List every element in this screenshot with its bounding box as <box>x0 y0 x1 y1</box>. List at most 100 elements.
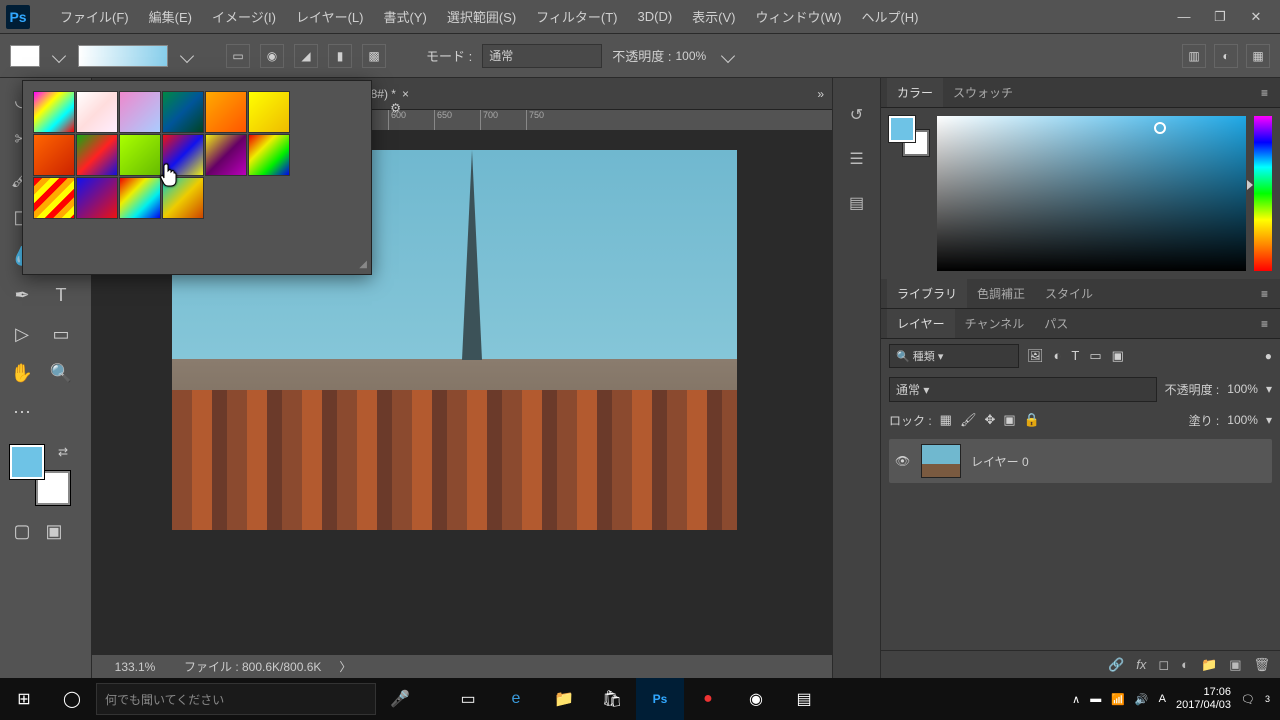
opacity-value[interactable]: 100% <box>675 49 715 63</box>
tab-color[interactable]: カラー <box>887 78 943 107</box>
menu-select[interactable]: 選択範囲(S) <box>437 7 526 26</box>
foreground-color-swatch[interactable] <box>889 116 915 142</box>
properties-panel-icon[interactable]: ☰ <box>844 146 870 172</box>
photoshop-taskbar-icon[interactable]: Ps <box>636 678 684 720</box>
window-minimize-button[interactable]: — <box>1166 3 1202 31</box>
gradient-swatch[interactable] <box>76 134 118 176</box>
dither-option-icon[interactable]: ◐ <box>1214 44 1238 68</box>
tab-adjustments[interactable]: 色調補正 <box>967 279 1035 308</box>
filter-toggle-icon[interactable]: ● <box>1265 349 1272 363</box>
tab-swatches[interactable]: スウォッチ <box>943 78 1023 107</box>
menu-layer[interactable]: レイヤー(L) <box>286 7 374 26</box>
gradient-swatch[interactable] <box>33 91 75 133</box>
layer-item[interactable]: 👁 レイヤー 0 <box>889 439 1272 483</box>
zoom-tool-icon[interactable]: 🔍 <box>43 355 79 391</box>
layer-blend-select[interactable]: 通常 ▾ <box>889 377 1157 402</box>
record-icon[interactable]: ● <box>684 678 732 720</box>
window-close-button[interactable]: ✕ <box>1238 3 1274 31</box>
tab-layers[interactable]: レイヤー <box>887 309 955 338</box>
gradient-swatch[interactable] <box>205 91 247 133</box>
gradient-swatch[interactable] <box>162 91 204 133</box>
layer-opacity-value[interactable]: 100% <box>1227 382 1258 396</box>
zoom-value[interactable]: 133.1% <box>100 660 170 674</box>
filter-adjust-icon[interactable]: ◐ <box>1054 348 1062 364</box>
gradient-swatch[interactable] <box>119 134 161 176</box>
tab-channels[interactable]: チャンネル <box>955 309 1035 338</box>
group-icon[interactable]: 📁 <box>1201 657 1217 673</box>
lock-position-icon[interactable]: ✥ <box>984 412 995 428</box>
shape-tool-icon[interactable]: ▭ <box>43 316 79 352</box>
link-layers-icon[interactable]: 🔗 <box>1108 657 1124 673</box>
gradient-swatch[interactable] <box>33 134 75 176</box>
chevron-down-icon[interactable] <box>52 48 66 62</box>
gear-icon[interactable]: ⚙ <box>390 101 401 115</box>
chevron-down-icon[interactable] <box>721 48 735 62</box>
task-view-icon[interactable]: ▭ <box>444 678 492 720</box>
path-select-tool-icon[interactable]: ▷ <box>4 316 40 352</box>
paragraph-panel-icon[interactable]: ▤ <box>844 190 870 216</box>
tab-overflow-icon[interactable]: » <box>817 87 824 101</box>
menu-edit[interactable]: 編集(E) <box>139 7 202 26</box>
tab-styles[interactable]: スタイル <box>1035 279 1103 308</box>
lock-image-icon[interactable]: 🖌 <box>960 412 977 428</box>
notifications-icon[interactable]: 🗨 <box>1241 693 1255 706</box>
cortana-icon[interactable]: ◯ <box>48 678 96 720</box>
gradient-swatch[interactable] <box>162 134 204 176</box>
more-tool-icon[interactable]: ⋯ <box>4 394 40 430</box>
menu-window[interactable]: ウィンドウ(W) <box>746 7 852 26</box>
color-field[interactable] <box>937 116 1246 271</box>
panel-menu-icon[interactable]: ≡ <box>1255 287 1274 301</box>
quick-mask-icon[interactable]: ▢ <box>8 520 36 542</box>
pen-tool-icon[interactable]: ✒ <box>4 277 40 313</box>
filter-smart-icon[interactable]: ▣ <box>1112 348 1124 364</box>
gradient-preset-button[interactable] <box>10 45 40 67</box>
gradient-reflected-icon[interactable]: ▮ <box>328 44 352 68</box>
start-button[interactable]: ⊞ <box>0 678 48 720</box>
visibility-icon[interactable]: 👁 <box>895 454 911 468</box>
screen-mode-icon[interactable]: ▣ <box>40 520 68 542</box>
foreground-color-swatch[interactable] <box>10 445 44 479</box>
new-layer-icon[interactable]: ▣ <box>1229 657 1241 673</box>
taskbar-clock[interactable]: 17:06 2017/04/03 <box>1176 686 1231 712</box>
explorer-icon[interactable]: 📁 <box>540 678 588 720</box>
edge-icon[interactable]: e <box>492 678 540 720</box>
blend-mode-select[interactable]: 通常 <box>482 44 602 68</box>
color-fg-bg[interactable] <box>889 116 929 156</box>
gradient-swatch[interactable] <box>119 91 161 133</box>
window-maximize-button[interactable]: ❐ <box>1202 3 1238 31</box>
lock-all-icon[interactable]: 🔒 <box>1024 412 1040 428</box>
close-icon[interactable]: × <box>402 87 409 101</box>
fill-value[interactable]: 100% <box>1227 413 1258 427</box>
gradient-swatch[interactable] <box>248 134 290 176</box>
mic-icon[interactable]: 🎤 <box>376 678 424 720</box>
chevron-right-icon[interactable]: 〉 <box>339 658 351 675</box>
filter-type-icon[interactable]: T <box>1071 348 1079 364</box>
menu-file[interactable]: ファイル(F) <box>50 7 139 26</box>
gradient-swatch[interactable] <box>248 91 290 133</box>
chevron-down-icon[interactable] <box>180 48 194 62</box>
menu-view[interactable]: 表示(V) <box>682 7 745 26</box>
filter-image-icon[interactable]: 🖼 <box>1027 348 1044 364</box>
menu-type[interactable]: 書式(Y) <box>373 7 436 26</box>
lock-transparency-icon[interactable]: ▦ <box>940 412 952 428</box>
transparency-option-icon[interactable]: ▦ <box>1246 44 1270 68</box>
type-tool-icon[interactable]: T <box>43 277 79 313</box>
chrome-icon[interactable]: ◉ <box>732 678 780 720</box>
layer-thumbnail[interactable] <box>921 444 961 478</box>
fx-icon[interactable]: fx <box>1136 657 1146 672</box>
delete-layer-icon[interactable]: 🗑 <box>1253 657 1270 673</box>
panel-menu-icon[interactable]: ≡ <box>1255 317 1274 331</box>
tab-library[interactable]: ライブラリ <box>887 279 967 308</box>
opacity-field[interactable]: 不透明度 : 100% <box>612 46 737 65</box>
filter-shape-icon[interactable]: ▭ <box>1089 348 1101 364</box>
menu-filter[interactable]: フィルター(T) <box>526 7 627 26</box>
hue-slider[interactable] <box>1254 116 1272 271</box>
gradient-swatch[interactable] <box>76 177 118 219</box>
gradient-diamond-icon[interactable]: ▩ <box>362 44 386 68</box>
taskbar-search[interactable]: 何でも聞いてください <box>96 683 376 715</box>
gradient-radial-icon[interactable]: ◉ <box>260 44 284 68</box>
gradient-angle-icon[interactable]: ◢ <box>294 44 318 68</box>
mask-icon[interactable]: ◻ <box>1158 657 1169 673</box>
layer-filter-select[interactable]: 🔍 種類 ▾ <box>889 344 1019 368</box>
lock-artboard-icon[interactable]: ▣ <box>1003 412 1015 428</box>
